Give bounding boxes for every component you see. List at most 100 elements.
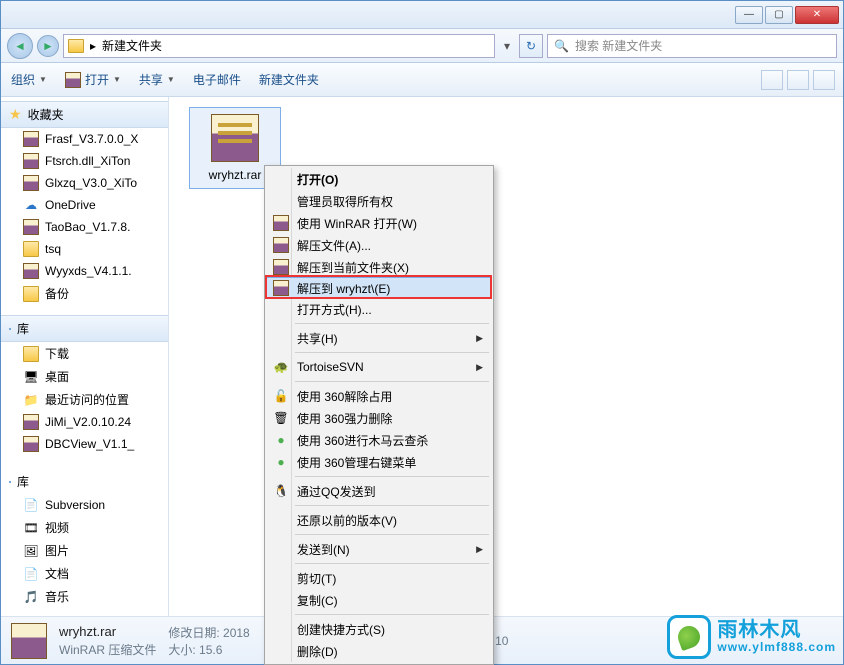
watermark: 雨林木风 www.ylmf888.com	[667, 615, 836, 659]
libraries-header[interactable]: 库	[1, 315, 168, 342]
maximize-button[interactable]: ▢	[765, 6, 793, 24]
document-icon: 📄	[23, 566, 39, 582]
subversion-icon: 📄	[23, 497, 39, 513]
breadcrumb-arrow[interactable]: ▸	[90, 39, 96, 53]
rar-icon	[23, 175, 39, 191]
size-label: 大小:	[168, 643, 195, 657]
details-filename: wryhzt.rar	[59, 622, 156, 642]
sidebar-item[interactable]: DBCView_V1.1_	[1, 433, 168, 455]
menu-360-unlock[interactable]: 🔓使用 360解除占用	[267, 385, 491, 407]
sidebar-item[interactable]: 📄Subversion	[1, 494, 168, 516]
search-placeholder: 搜索 新建文件夹	[575, 37, 662, 54]
rar-file-icon	[211, 114, 259, 162]
sidebar-item[interactable]: 🖥桌面	[1, 365, 168, 388]
navigation-pane: ★ 收藏夹 Frasf_V3.7.0.0_X Ftsrch.dll_XiTon …	[1, 97, 169, 616]
360-icon: ●	[273, 454, 289, 470]
rar-icon	[23, 263, 39, 279]
sidebar-item[interactable]: Frasf_V3.7.0.0_X	[1, 128, 168, 150]
preview-pane-button[interactable]	[787, 70, 809, 90]
qq-icon: 🐧	[273, 483, 289, 499]
menu-360-force-delete[interactable]: 🗑使用 360强力删除	[267, 407, 491, 429]
360-icon: ●	[273, 432, 289, 448]
sidebar-item[interactable]: 🖼图片	[1, 539, 168, 562]
sidebar-item[interactable]: Ftsrch.dll_XiTon	[1, 150, 168, 172]
email-button[interactable]: 电子邮件	[193, 71, 241, 88]
share-button[interactable]: 共享▼	[139, 71, 175, 88]
menu-cut[interactable]: 剪切(T)	[267, 567, 491, 589]
recent-icon: 📁	[23, 392, 39, 408]
rar-icon	[65, 72, 81, 88]
menu-360-rightclick[interactable]: ●使用 360管理右键菜单	[267, 451, 491, 473]
sidebar-item[interactable]: 下载	[1, 342, 168, 365]
library-icon	[9, 328, 11, 330]
sidebar-item[interactable]: JiMi_V2.0.10.24	[1, 411, 168, 433]
view-button[interactable]	[761, 70, 783, 90]
rar-file-icon	[11, 623, 47, 659]
titlebar[interactable]: — ▢ ✕	[1, 1, 843, 29]
menu-open[interactable]: 打开(O)	[267, 168, 491, 190]
menu-restore[interactable]: 还原以前的版本(V)	[267, 509, 491, 531]
address-box[interactable]: ▸ 新建文件夹	[63, 34, 495, 58]
menu-delete[interactable]: 删除(D)	[267, 640, 491, 662]
menu-send-to[interactable]: 发送到(N)▶	[267, 538, 491, 560]
submenu-arrow-icon: ▶	[476, 333, 483, 344]
menu-share[interactable]: 共享(H)▶	[267, 327, 491, 349]
minimize-button[interactable]: —	[735, 6, 763, 24]
size-value: 15.6	[199, 643, 222, 657]
video-icon: 🎞	[23, 520, 39, 536]
menu-extract-to[interactable]: 解压到 wryhzt\(E)	[266, 277, 492, 299]
libraries2-header[interactable]: 库	[1, 469, 168, 494]
menu-extract-here[interactable]: 解压到当前文件夹(X)	[267, 256, 491, 278]
sidebar-item[interactable]: TaoBao_V1.7.8.	[1, 216, 168, 238]
open-button[interactable]: 打开▼	[65, 71, 121, 88]
360-icon: 🗑	[273, 410, 289, 426]
sidebar-item[interactable]: 🎞视频	[1, 516, 168, 539]
watermark-url: www.ylmf888.com	[717, 641, 836, 654]
sidebar-item[interactable]: 备份	[1, 282, 168, 305]
favorites-header[interactable]: ★ 收藏夹	[1, 101, 168, 128]
rar-icon	[273, 259, 289, 275]
address-dropdown[interactable]: ▾	[499, 35, 515, 57]
folder-icon	[23, 241, 39, 257]
rar-icon	[23, 131, 39, 147]
folder-icon	[23, 286, 39, 302]
sidebar-item[interactable]: Wyyxds_V4.1.1.	[1, 260, 168, 282]
sidebar-item[interactable]: 🎵音乐	[1, 585, 168, 608]
menu-open-with[interactable]: 打开方式(H)...	[267, 298, 491, 320]
forward-button[interactable]: ►	[37, 35, 59, 57]
refresh-button[interactable]: ↻	[519, 34, 543, 58]
library-icon	[9, 481, 11, 483]
breadcrumb-folder[interactable]: 新建文件夹	[102, 37, 162, 54]
picture-icon: 🖼	[23, 543, 39, 559]
menu-tortoisesvn[interactable]: 🐢TortoiseSVN▶	[267, 356, 491, 378]
sidebar-item[interactable]: 📄文档	[1, 562, 168, 585]
modified-value: 2018	[223, 626, 250, 640]
sidebar-item[interactable]: ☁OneDrive	[1, 194, 168, 216]
details-filetype: WinRAR 压缩文件	[59, 641, 156, 659]
menu-shortcut[interactable]: 创建快捷方式(S)	[267, 618, 491, 640]
sidebar-item[interactable]: 📁最近访问的位置	[1, 388, 168, 411]
sidebar-item[interactable]: tsq	[1, 238, 168, 260]
rar-icon	[23, 436, 39, 452]
help-button[interactable]	[813, 70, 835, 90]
menu-open-winrar[interactable]: 使用 WinRAR 打开(W)	[267, 212, 491, 234]
360-icon: 🔓	[273, 388, 289, 404]
organize-button[interactable]: 组织▼	[11, 71, 47, 88]
back-button[interactable]: ◄	[7, 33, 33, 59]
new-folder-button[interactable]: 新建文件夹	[259, 71, 319, 88]
close-button[interactable]: ✕	[795, 6, 839, 24]
modified-label: 修改日期:	[168, 626, 219, 640]
menu-qq-send[interactable]: 🐧通过QQ发送到	[267, 480, 491, 502]
desktop-icon: 🖥	[23, 369, 39, 385]
menu-admin[interactable]: 管理员取得所有权	[267, 190, 491, 212]
submenu-arrow-icon: ▶	[476, 362, 483, 373]
menu-extract-files[interactable]: 解压文件(A)...	[267, 234, 491, 256]
menu-copy[interactable]: 复制(C)	[267, 589, 491, 611]
search-box[interactable]: 🔍 搜索 新建文件夹	[547, 34, 837, 58]
address-bar: ◄ ► ▸ 新建文件夹 ▾ ↻ 🔍 搜索 新建文件夹	[1, 29, 843, 63]
menu-360-trojan[interactable]: ●使用 360进行木马云查杀	[267, 429, 491, 451]
rar-icon	[23, 414, 39, 430]
rar-icon	[23, 219, 39, 235]
sidebar-item[interactable]: Glxzq_V3.0_XiTo	[1, 172, 168, 194]
tortoise-icon: 🐢	[273, 359, 289, 375]
